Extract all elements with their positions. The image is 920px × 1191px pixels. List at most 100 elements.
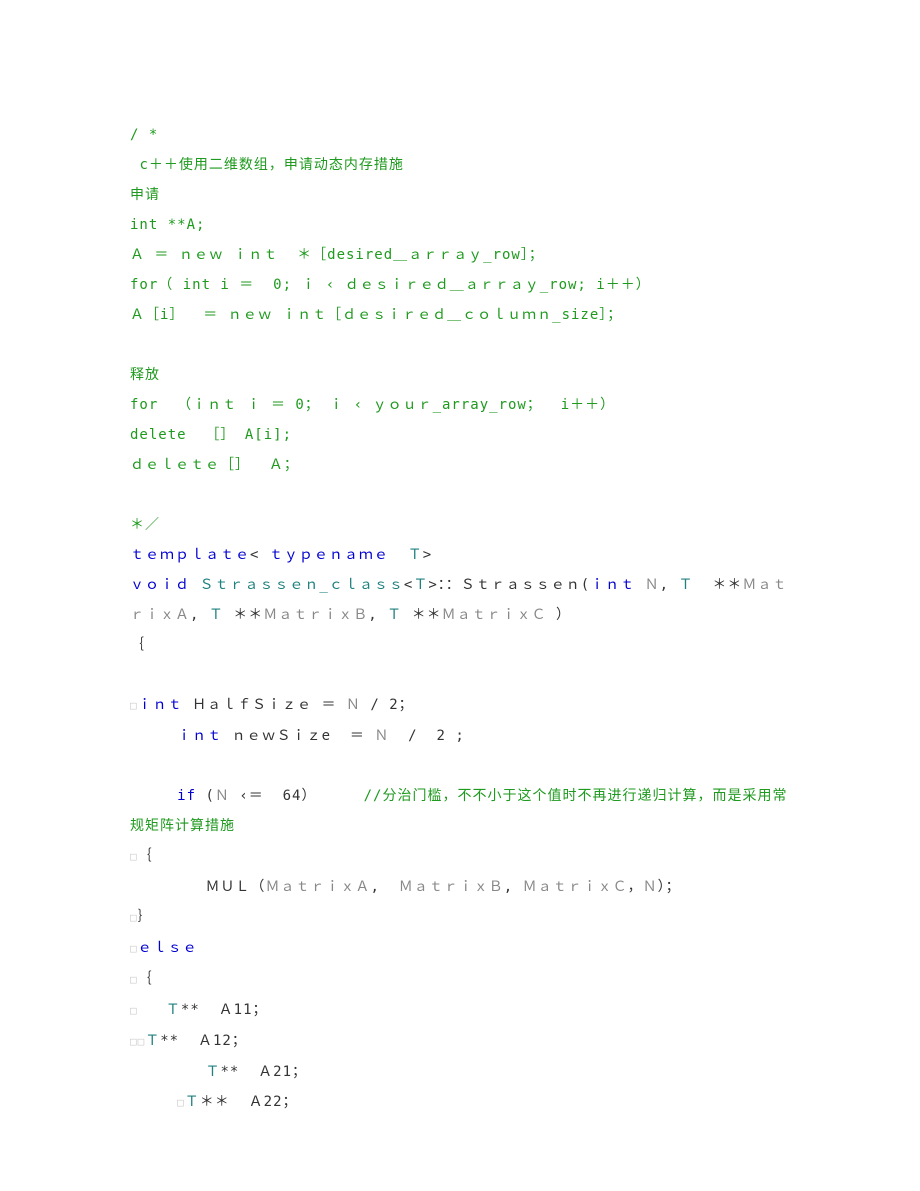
code-segment: , (190, 607, 209, 623)
code-segment (130, 1094, 177, 1110)
code-segment: Ｎ (215, 788, 230, 804)
code-segment: Ｔ (209, 607, 233, 623)
code-segment: int **A; (130, 217, 205, 233)
code-segment: Ｔ (185, 1094, 200, 1110)
code-line: □□Ｔ** Ａ12； (130, 1026, 790, 1057)
code-segment: Ｔ (387, 607, 411, 623)
code-segment: □ (130, 973, 138, 986)
code-segment: ＊／ (130, 517, 160, 533)
code-segment: □ (130, 1004, 138, 1017)
code-segment (389, 547, 408, 563)
code-segment: ** Ａ11； (181, 1002, 268, 1018)
code-segment: 申请 (130, 187, 160, 203)
code-segment (130, 728, 177, 744)
code-segment: ＭａｔｒｉｘＡ (265, 879, 370, 895)
code-segment: ｝ (138, 909, 153, 925)
code-line (130, 751, 790, 781)
code-segment: ｛ (138, 971, 153, 987)
code-segment: ） (556, 607, 571, 623)
code-segment (130, 337, 139, 353)
code-segment: ＊＊ (412, 607, 442, 623)
code-segment: Ｓｔｒａｓｓｅｎ_ｃｌａｓｓ (199, 577, 403, 593)
code-segment: ＨａｌｆＳｉｚｅ ＝ (192, 697, 346, 713)
code-segment: Ｎ (643, 879, 658, 895)
code-segment: Ｎ (374, 728, 389, 744)
code-segment: ， (628, 879, 643, 895)
code-line: if (Ｎ ‹＝ 64） //分治门槛，不不小于这个值时不再进行递归计算，而是采… (130, 781, 790, 841)
code-line: c＋＋使用二维数组，申请动态内存措施 (130, 150, 790, 180)
code-segment: ｉｎｔ (590, 577, 644, 593)
code-line: □ Ｔ** Ａ11； (130, 995, 790, 1026)
code-segment: ＭａｔｒｉｘＣ (523, 879, 628, 895)
code-segment: , (368, 607, 387, 623)
code-segment: Ｔ (145, 1033, 160, 1049)
code-segment: □ (130, 850, 138, 863)
code-line: Ａ［i］ ＝ ｎｅｗ ｉｎｔ［ｄｅｓｉｒｅｄ＿ｃｏｌｕｍｎ_size］； (130, 300, 790, 330)
code-segment: ）； (658, 879, 681, 895)
code-line: □Ｔ＊＊ Ａ22； (130, 1087, 790, 1118)
code-segment: ｎｅｗＳｉｚe ＝ (232, 728, 375, 744)
code-segment: 释放 (130, 367, 160, 383)
code-segment: ＭａｔｒｉｘＢ (399, 879, 504, 895)
code-line: / * (130, 120, 790, 150)
code-line: ＭＵＬ（ＭａｔｒｉｘＡ, ＭａｔｒｉｘＢ, ＭａｔｒｉｘＣ，Ｎ）； (130, 872, 790, 902)
code-line: for （ｉｎｔ ｉ ＝ 0； ｉ ‹ ｙｏｕｒ_array_row； i＋＋） (130, 390, 790, 420)
code-line: ｖｏｉｄ Ｓｔｒａｓｓｅｎ_ｃｌａｓｓ<Ｔ>：：Ｓｔｒａｓｓｅｎ(ｉｎｔ Ｎ, … (130, 570, 790, 630)
code-segment: if (177, 788, 205, 804)
code-segment: >：：Ｓｔｒａｓｓｅｎ( (428, 577, 590, 593)
code-line: Ｔ** Ａ21； (130, 1057, 790, 1087)
code-segment: ‹＝ 64） (230, 788, 364, 804)
code-segment: < (250, 547, 269, 563)
code-line: □｝ (130, 902, 790, 933)
code-line: ｉｎｔ ｎｅｗＳｉｚe ＝ Ｎ / 2 ; (130, 721, 790, 751)
code-segment: ( (205, 788, 214, 804)
code-segment: ｔｅｍｐｌａｔｅ (130, 547, 250, 563)
code-line: ｔｅｍｐｌａｔｅ< ｔｙｐｅｎａｍｅ Ｔ> (130, 540, 790, 570)
code-segment: ｔｙｐｅｎａｍｅ (269, 547, 389, 563)
code-segment: □□ (130, 1035, 145, 1048)
code-segment: □ (130, 699, 138, 712)
code-segment: Ｔ (413, 577, 428, 593)
code-segment (130, 788, 177, 804)
code-segment: Ｔ (205, 1064, 220, 1080)
code-segment: ｖｏｉｄ (130, 577, 199, 593)
code-segment: □ (177, 1096, 185, 1109)
code-segment: ＭＵＬ（ (130, 879, 265, 895)
code-segment: ｛ (130, 637, 145, 653)
code-line: delete ［］ A[i]; (130, 420, 790, 450)
code-segment: , (370, 879, 398, 895)
code-segment: ＊＊ (712, 577, 742, 593)
code-segment (130, 1064, 205, 1080)
code-segment: ** Ａ12； (160, 1033, 247, 1049)
code-segment: Ｎ (346, 697, 361, 713)
code-line: □ｉｎｔ ＨａｌｆＳｉｚｅ ＝ Ｎ / 2； (130, 690, 790, 721)
document-page: / * c＋＋使用二维数组，申请动态内存措施申请 int **A; Ａ ＝ ｎｅｗ … (0, 0, 920, 1191)
code-line: for（ int i ＝ 0; ｉ ‹ ｄｅｓｉｒｅｄ＿ａｒｒａｙ_row; i… (130, 270, 790, 300)
code-line: □｛ (130, 841, 790, 872)
code-segment: ＭａｔｒｉｘＣ (442, 607, 556, 623)
code-segment: Ｔ (166, 1002, 181, 1018)
code-segment (130, 487, 139, 503)
code-segment: ｅｌｓｅ (138, 940, 198, 956)
code-line: □ｅｌｓｅ (130, 933, 790, 964)
code-segment: < (404, 577, 413, 593)
code-segment: / * (130, 127, 158, 143)
code-segment: Ａ［i］ ＝ ｎｅｗ ｉｎｔ［ｄｅｓｉｒｅｄ＿ｃｏｌｕｍｎ_size］； (130, 307, 622, 323)
code-segment: ｉｎｔ (177, 728, 231, 744)
code-line: ｄｅｌｅｔｅ［］ Ａ； (130, 450, 790, 480)
code-line: ＊／ (130, 510, 790, 540)
code-line: 释放 (130, 360, 790, 390)
code-segment: for （ｉｎｔ ｉ ＝ 0； ｉ ‹ ｙｏｕｒ_array_row； i＋＋） (130, 397, 615, 413)
code-segment: □ (130, 911, 138, 924)
code-segment (138, 1002, 166, 1018)
code-segment: □ (130, 942, 138, 955)
code-segment: / 2 ; (389, 728, 464, 744)
code-segment: Ｔ (678, 577, 712, 593)
code-segment (130, 758, 139, 774)
code-line (130, 660, 790, 690)
code-line: ｛ (130, 630, 790, 660)
code-line: Ａ ＝ ｎｅｗ ｉｎｔ ＊［desired＿ａｒｒａｙ_row］； (130, 240, 790, 270)
code-segment: ＊＊ (233, 607, 263, 623)
code-segment: ＭａｔｒｉｘＢ (263, 607, 368, 623)
code-segment: , (504, 879, 523, 895)
